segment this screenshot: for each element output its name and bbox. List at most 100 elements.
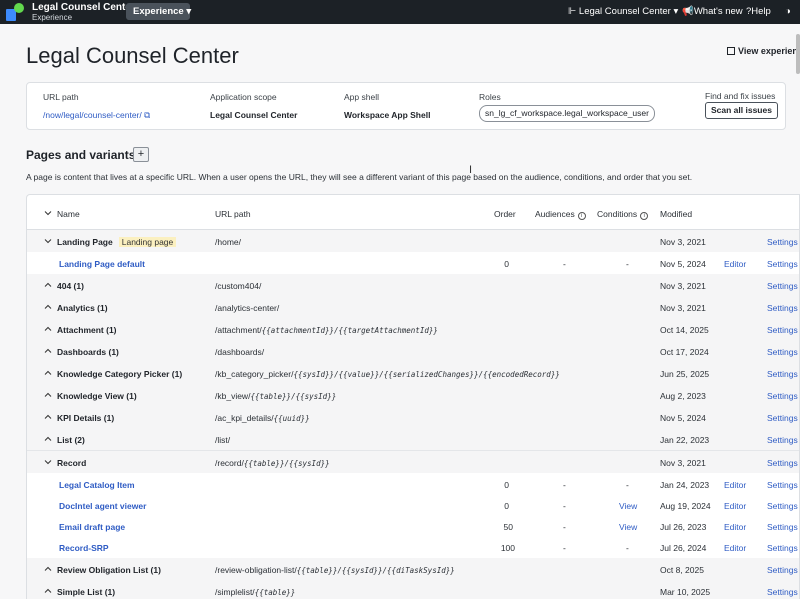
settings-link[interactable]: Settings <box>767 587 798 597</box>
variant-name-link[interactable]: Legal Catalog Item <box>59 480 135 490</box>
open-window-icon <box>727 47 735 55</box>
whats-new-label: What's new <box>693 6 743 17</box>
chevron-up-icon[interactable] <box>44 303 52 311</box>
table-row-group[interactable]: Knowledge Category Picker (1) /kb_catego… <box>27 362 799 385</box>
page-name: Landing Page Landing page <box>57 237 177 247</box>
modified-date: Nov 5, 2024 <box>660 259 706 269</box>
table-row-group[interactable]: 404 (1) /custom404/ Nov 3, 2021 Settings <box>27 274 799 297</box>
chevron-up-icon[interactable] <box>44 325 52 333</box>
editor-link[interactable]: Editor <box>724 543 746 553</box>
settings-link[interactable]: Settings <box>767 522 798 532</box>
chevron-up-icon[interactable] <box>44 587 52 595</box>
url-static: /ac_kpi_details/ <box>215 413 274 423</box>
settings-link[interactable]: Settings <box>767 369 798 379</box>
chevron-up-icon[interactable] <box>44 369 52 377</box>
experience-menu-button[interactable]: Experience ▾ <box>126 3 191 20</box>
table-row-variant[interactable]: Email draft page 50 - View Jul 26, 2023 … <box>27 515 799 538</box>
variant-order: 0 <box>504 259 509 269</box>
table-row-group[interactable]: Record /record/{{table}}/{{sysId}} Nov 3… <box>27 451 799 474</box>
top-nav-bar: Legal Counsel Center Experience Experien… <box>0 0 800 24</box>
settings-link[interactable]: Settings <box>767 480 798 490</box>
chevron-up-icon[interactable] <box>44 281 52 289</box>
settings-link[interactable]: Settings <box>767 543 798 553</box>
url-params: {{table}}/{{sysId}}/{{diTaskSysId}} <box>296 566 455 575</box>
chevron-up-icon[interactable] <box>44 391 52 399</box>
page-name: Review Obligation List (1) <box>57 565 161 575</box>
scan-all-issues-button[interactable]: Scan all issues <box>705 102 778 119</box>
chevron-up-icon[interactable] <box>44 565 52 573</box>
whats-new-button[interactable]: 📢What's new <box>682 6 743 17</box>
settings-link[interactable]: Settings <box>767 458 798 468</box>
help-button[interactable]: ?Help <box>746 6 771 17</box>
chevron-up-icon[interactable] <box>44 435 52 443</box>
table-row-group[interactable]: Simple List (1) /simplelist/{{table}} Ma… <box>27 580 799 599</box>
url-params: {{uuid}} <box>273 414 310 423</box>
settings-link[interactable]: Settings <box>767 325 798 335</box>
settings-link[interactable]: Settings <box>767 501 798 511</box>
external-link-icon: ⧉ <box>144 110 151 120</box>
chevron-down-icon[interactable] <box>44 458 52 466</box>
settings-link[interactable]: Settings <box>767 347 798 357</box>
url-static: /simplelist/ <box>215 587 255 597</box>
info-icon[interactable]: i <box>640 212 649 220</box>
variant-audiences: - <box>563 522 566 532</box>
settings-link[interactable]: Settings <box>767 237 798 247</box>
table-row-variant[interactable]: Record-SRP 100 - - Jul 26, 2024 Editor S… <box>27 536 799 559</box>
variant-name-link[interactable]: Email draft page <box>59 522 125 532</box>
variant-name-link[interactable]: DocIntel agent viewer <box>59 501 146 511</box>
view-experience-link[interactable]: View experience <box>727 46 800 56</box>
chevron-up-icon[interactable] <box>44 347 52 355</box>
table-row-group[interactable]: Attachment (1) /attachment/{{attachmentI… <box>27 318 799 341</box>
settings-link[interactable]: Settings <box>767 303 798 313</box>
view-conditions-link[interactable]: View <box>619 501 637 511</box>
variant-name-link[interactable]: Landing Page default <box>59 259 145 269</box>
col-conditions-label: Conditions <box>597 209 638 219</box>
info-icon[interactable]: i <box>577 212 586 220</box>
variant-name-link[interactable]: Record-SRP <box>59 543 109 553</box>
editor-link[interactable]: Editor <box>724 259 746 269</box>
table-row-group[interactable]: KPI Details (1) /ac_kpi_details/{{uuid}}… <box>27 406 799 429</box>
table-row-variant[interactable]: Landing Page default 0 - - Nov 5, 2024 E… <box>27 252 799 275</box>
settings-link[interactable]: Settings <box>767 391 798 401</box>
variant-audiences: - <box>563 259 566 269</box>
page-name: Simple List (1) <box>57 587 116 597</box>
table-row-group[interactable]: Analytics (1) /analytics-center/ Nov 3, … <box>27 296 799 319</box>
chevron-down-icon[interactable] <box>44 209 52 217</box>
editor-link[interactable]: Editor <box>724 501 746 511</box>
page-name: Analytics (1) <box>57 303 108 313</box>
app-selector[interactable]: ⊩ Legal Counsel Center ▾ <box>568 6 678 17</box>
app-logo-icon[interactable] <box>6 3 24 21</box>
table-row-variant[interactable]: Legal Catalog Item 0 - - Jan 24, 2023 Ed… <box>27 473 799 496</box>
theme-toggle-icon[interactable]: ◑ <box>785 6 791 17</box>
table-row-group[interactable]: Dashboards (1) /dashboards/ Oct 17, 2024… <box>27 340 799 363</box>
url-static: /record/ <box>215 458 244 468</box>
url-path-link[interactable]: /now/legal/counsel-center/ ⧉ <box>43 110 150 121</box>
page-url: /home/ <box>215 237 241 247</box>
variant-order: 100 <box>500 543 515 553</box>
settings-link[interactable]: Settings <box>767 565 798 575</box>
chevron-up-icon[interactable] <box>44 413 52 421</box>
settings-link[interactable]: Settings <box>767 413 798 423</box>
page-url: /attachment/{{attachmentId}}/{{targetAtt… <box>215 325 438 335</box>
editor-link[interactable]: Editor <box>724 522 746 532</box>
page-scrollbar[interactable] <box>796 34 800 74</box>
app-scope-value: Legal Counsel Center <box>210 110 298 120</box>
modified-date: Jul 26, 2023 <box>660 522 707 532</box>
modified-date: Jan 24, 2023 <box>660 480 710 490</box>
settings-link[interactable]: Settings <box>767 281 798 291</box>
chevron-down-icon[interactable] <box>44 237 52 245</box>
table-row-variant[interactable]: DocIntel agent viewer 0 - View Aug 19, 2… <box>27 494 799 517</box>
section-description: A page is content that lives at a specif… <box>26 172 693 182</box>
table-row-group[interactable]: Review Obligation List (1) /review-oblig… <box>27 558 799 581</box>
settings-link[interactable]: Settings <box>767 435 798 445</box>
page-url: /ac_kpi_details/{{uuid}} <box>215 413 310 423</box>
view-conditions-link[interactable]: View <box>619 522 637 532</box>
variant-audiences: - <box>563 480 566 490</box>
add-page-button[interactable]: + <box>133 147 149 162</box>
role-pill[interactable]: sn_lg_cf_workspace.legal_workspace_user <box>479 105 655 122</box>
table-row-group[interactable]: Knowledge View (1) /kb_view/{{table}}/{{… <box>27 384 799 407</box>
table-row-group[interactable]: List (2) /list/ Jan 22, 2023 Settings <box>27 428 799 451</box>
editor-link[interactable]: Editor <box>724 480 746 490</box>
settings-link[interactable]: Settings <box>767 259 798 269</box>
table-row-group[interactable]: Landing Page Landing page /home/ Nov 3, 2… <box>27 230 799 253</box>
